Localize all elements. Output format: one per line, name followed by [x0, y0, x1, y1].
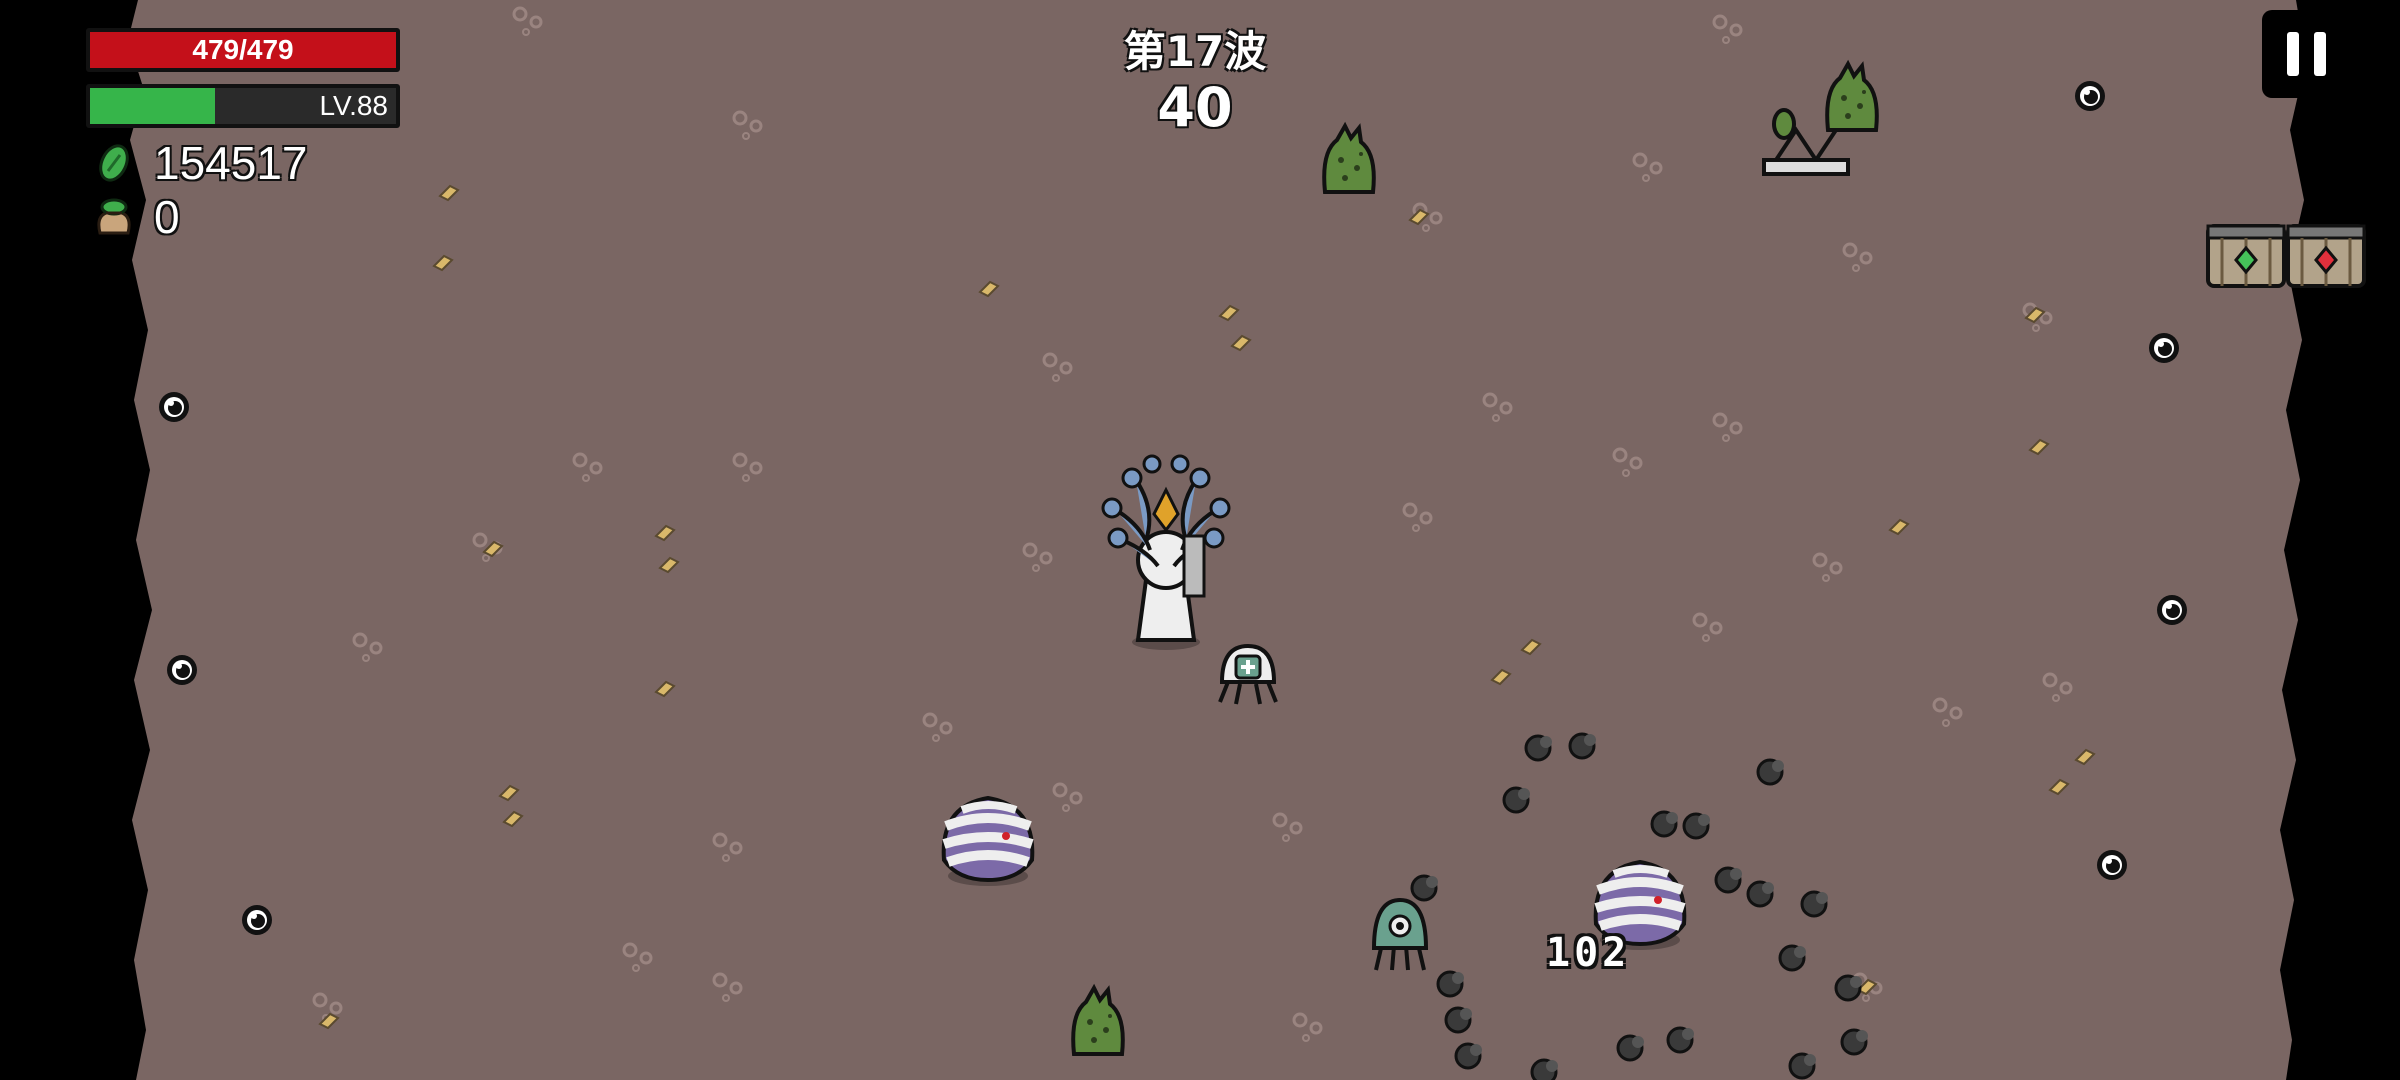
treasure-crates [2206, 224, 2366, 288]
mummy-enemies [944, 798, 1685, 950]
eye-turret [1371, 897, 1429, 971]
medic-turret [1218, 643, 1278, 705]
damage-number: 102 [1546, 930, 1631, 976]
game-arena[interactable]: 479/479 LV.88 154517 0 第17波 40 102 [0, 0, 2400, 1080]
world-sprites [159, 62, 2366, 1080]
player-character [1101, 454, 1231, 650]
